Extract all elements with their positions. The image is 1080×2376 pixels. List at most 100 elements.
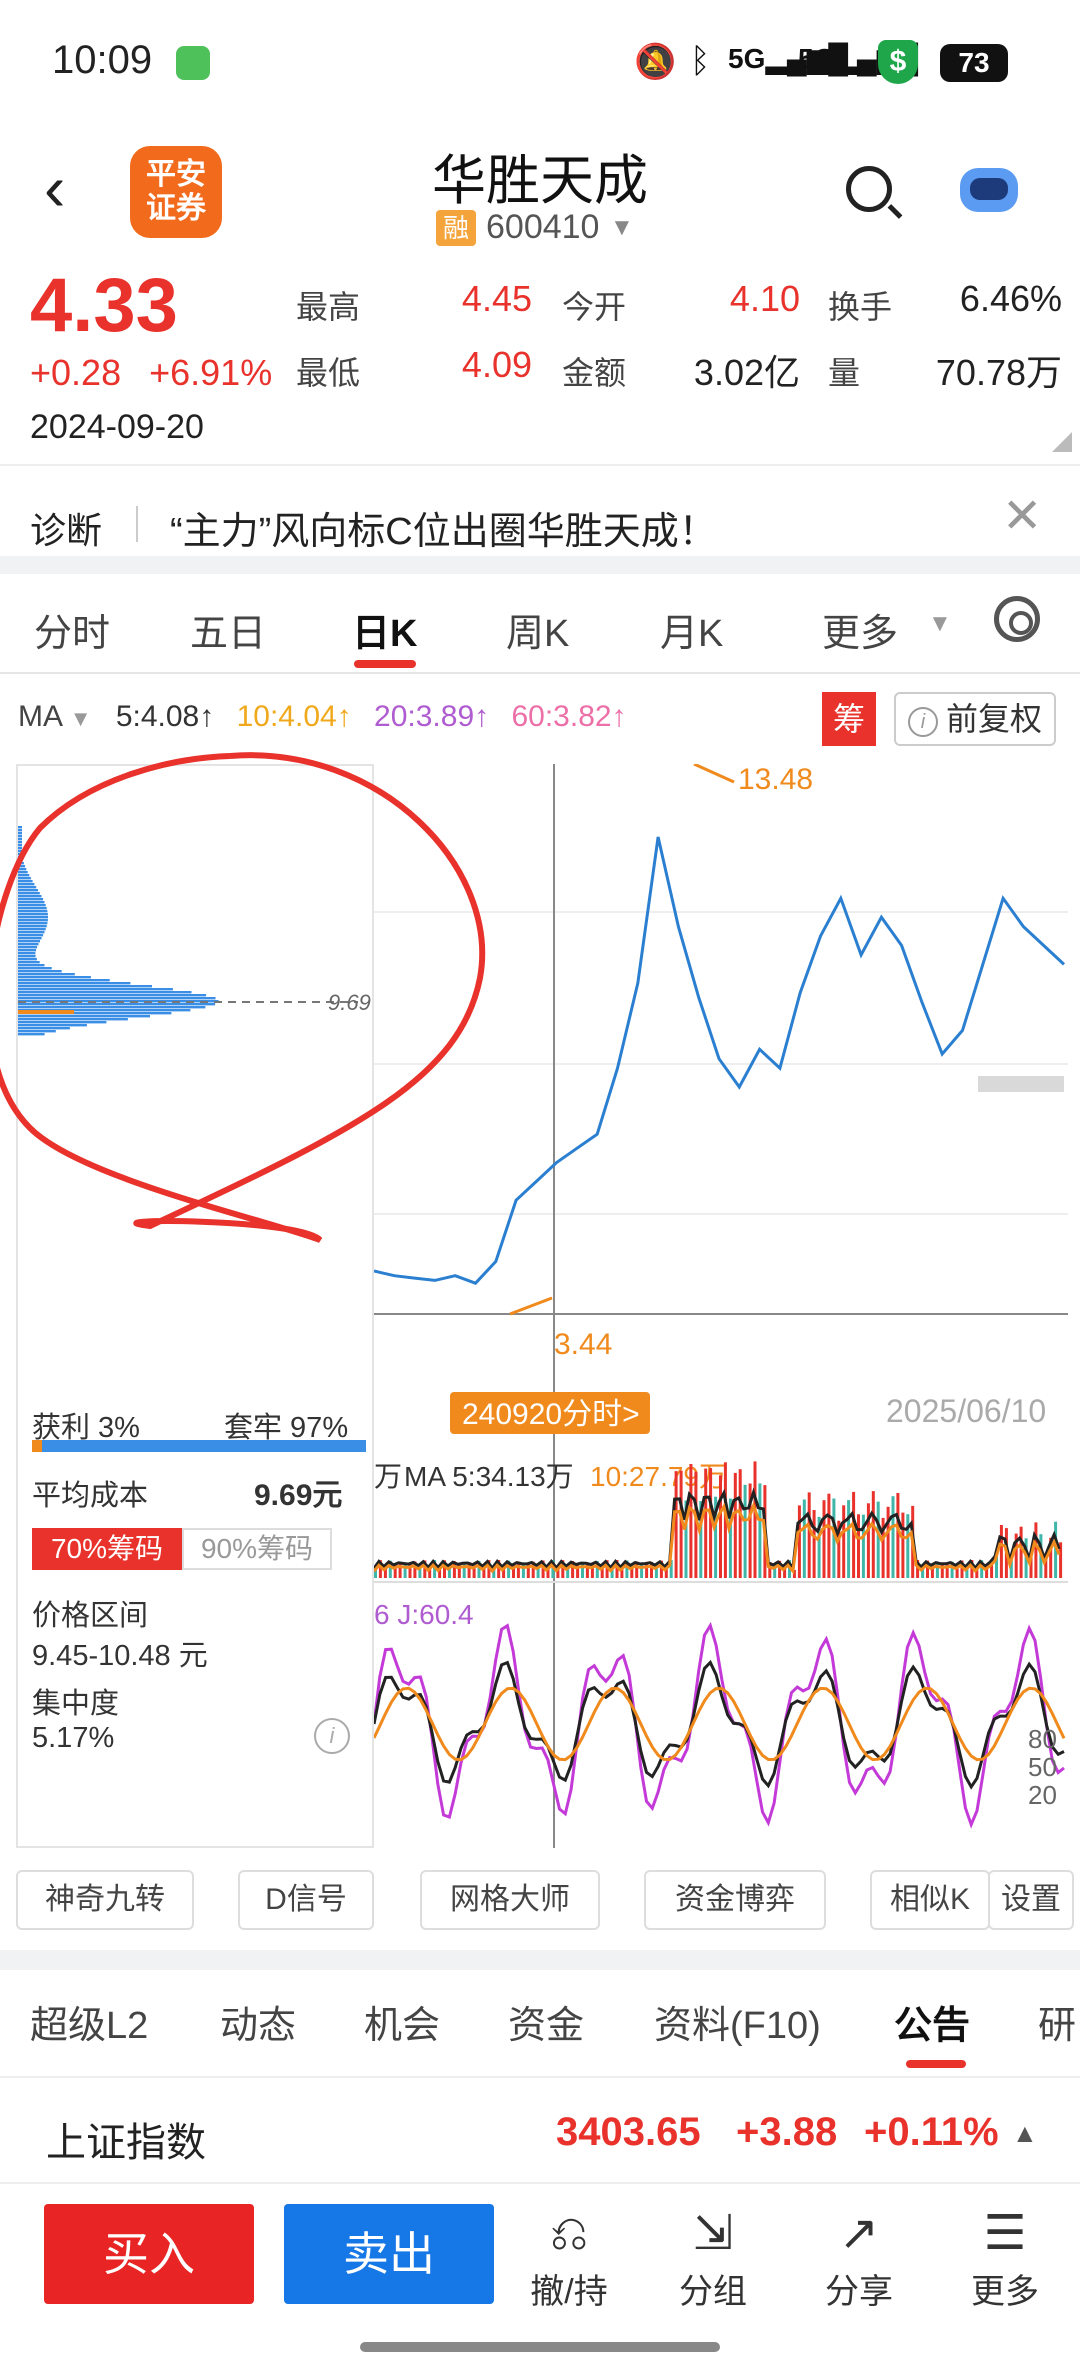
share-button[interactable]: ↗ 分享 <box>804 2204 914 2313</box>
hand-drawn-circle-annotation <box>0 752 485 1243</box>
tab-funds[interactable]: 资金 <box>508 1994 584 2049</box>
magic-nine-button[interactable]: 神奇九转 <box>16 1870 194 1930</box>
status-time: 10:09 <box>52 38 153 82</box>
tab-opportunity[interactable]: 机会 <box>364 1994 440 2049</box>
volume-bar <box>807 1492 811 1578</box>
volume-bar <box>689 1464 693 1578</box>
security-shield-icon: $ <box>878 40 918 84</box>
index-value: 3403.65 <box>556 2110 701 2154</box>
ma-label[interactable]: MA <box>18 700 61 733</box>
robot-assistant-icon[interactable] <box>960 168 1018 212</box>
similar-k-button[interactable]: 相似K <box>870 1870 990 1930</box>
home-indicator <box>360 2342 720 2352</box>
settings-button[interactable]: 设置 <box>988 1870 1074 1930</box>
margin-badge: 融 <box>436 210 476 246</box>
volume-bar <box>719 1475 722 1578</box>
volume-bar <box>1019 1526 1023 1578</box>
kdj-tick-50: 50 <box>1028 1752 1057 1782</box>
kdj-legend: 6 J:60.4 <box>374 1599 474 1630</box>
volume-bar <box>999 1525 1003 1578</box>
tab-announcements[interactable]: 公告 <box>894 1994 970 2049</box>
tab-five-day[interactable]: 五日 <box>190 602 266 657</box>
quote-date: 2024-09-20 <box>30 408 204 446</box>
tab-daily-k[interactable]: 日K <box>352 602 417 657</box>
tab-news[interactable]: 动态 <box>220 1994 296 2049</box>
chip-toggle-button[interactable]: 筹 <box>822 692 876 746</box>
search-icon[interactable] <box>846 166 892 212</box>
chip-70-tab[interactable]: 70%筹码 <box>32 1528 182 1570</box>
share-icon: ↗ <box>838 2207 880 2260</box>
tab-more[interactable]: 更多 <box>822 602 898 657</box>
amount-value: 3.02亿 <box>693 352 800 393</box>
high-value: 4.45 <box>461 278 532 319</box>
volume-bar <box>876 1501 880 1578</box>
profit-ratio-bar <box>32 1440 366 1452</box>
volume-bar <box>738 1469 742 1578</box>
buy-button[interactable]: 买入 <box>44 2204 254 2304</box>
range-highlight <box>978 1076 1064 1092</box>
tab-intraday[interactable]: 分时 <box>34 602 110 657</box>
divider <box>136 506 138 542</box>
gear-icon[interactable] <box>994 596 1040 642</box>
volume-bar <box>822 1500 826 1578</box>
logo-text-2: 证券 <box>146 192 206 225</box>
volume-bar <box>871 1491 875 1578</box>
close-icon[interactable]: ✕ <box>1002 488 1042 544</box>
open-label: 今开 <box>562 289 627 325</box>
adjust-mode-button[interactable]: i 前复权 <box>894 692 1056 746</box>
change-percent: +6.91% <box>149 352 273 393</box>
diagnosis-banner-text[interactable]: “主力”风向标C位出圈华胜天成！ <box>170 500 717 555</box>
price-range-value: 9.45-10.48 元 <box>32 1640 208 1672</box>
chip-90-tab[interactable]: 90%筹码 <box>182 1528 332 1570</box>
cursor-date-text: 240920分时> <box>462 1398 640 1431</box>
share-label: 分享 <box>825 2273 893 2311</box>
kdj-j-line <box>374 1621 1065 1829</box>
grid-master-button[interactable]: 网格大师 <box>420 1870 600 1930</box>
volume-bar <box>758 1483 762 1578</box>
volume-bar <box>753 1461 757 1578</box>
d-signal-button[interactable]: D信号 <box>238 1870 374 1930</box>
chevron-down-icon[interactable]: ▼ <box>70 706 92 731</box>
amount-label: 金额 <box>562 355 627 391</box>
open-value: 4.10 <box>729 278 800 319</box>
stock-code[interactable]: 600410 <box>486 208 599 247</box>
group-button[interactable]: ⇲ 分组 <box>658 2204 768 2313</box>
avg-cost-label: 平均成本 <box>32 1480 149 1512</box>
volume-bar <box>896 1493 900 1578</box>
back-button[interactable]: ‹ <box>44 156 65 220</box>
chevron-down-icon[interactable]: ▼ <box>610 214 634 242</box>
kdj-tick-80: 80 <box>1028 1724 1057 1754</box>
active-tab-indicator <box>354 660 416 668</box>
volume-bar <box>674 1471 678 1578</box>
expand-corner-icon[interactable] <box>1052 432 1072 452</box>
volume-value: 70.78万 <box>935 352 1062 393</box>
stock-title: 华胜天成 <box>432 151 648 211</box>
tab-monthly-k[interactable]: 月K <box>660 602 723 657</box>
volume-bar <box>940 1563 944 1578</box>
kdj-tick-20: 20 <box>1028 1780 1057 1810</box>
chevron-up-icon[interactable]: ▲ <box>1012 2118 1038 2149</box>
tab-f10[interactable]: 资料(F10) <box>654 1994 821 2049</box>
volume-bar <box>842 1505 846 1578</box>
volume-bar <box>901 1512 905 1578</box>
chevron-down-icon[interactable]: ▼ <box>928 610 952 638</box>
index-name[interactable]: 上证指数 <box>46 2110 206 2168</box>
index-change: +3.88 <box>736 2110 838 2154</box>
info-icon[interactable]: i <box>314 1718 350 1754</box>
more-button[interactable]: ☰ 更多 <box>950 2204 1060 2313</box>
tab-weekly-k[interactable]: 周K <box>506 602 569 657</box>
tab-research[interactable]: 研 <box>1038 1994 1076 2049</box>
info-icon: i <box>908 707 938 737</box>
cancel-hold-button[interactable]: ⎌ 撤/持 <box>514 2204 624 2313</box>
tab-super-l2[interactable]: 超级L2 <box>30 1994 148 2049</box>
volume-legend-ma5: MA 5:34.13万 <box>404 1461 574 1492</box>
volume-bar <box>704 1468 708 1578</box>
volume-bar <box>797 1505 801 1578</box>
profit-ratio-fill <box>32 1440 42 1452</box>
divider <box>0 464 1080 466</box>
volume-bar <box>827 1493 831 1578</box>
sell-button[interactable]: 卖出 <box>284 2204 494 2304</box>
logo-text-1: 平安 <box>146 158 206 191</box>
fund-game-button[interactable]: 资金博弈 <box>644 1870 826 1930</box>
price-range-label: 价格区间 <box>32 1600 149 1632</box>
